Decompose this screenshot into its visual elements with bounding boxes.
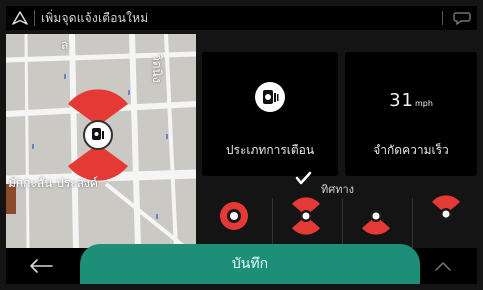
title-bar: เพิ่มจุดแจ้งเตือนใหม่ [6, 6, 477, 30]
alert-type-button[interactable]: ประเภทการเตือน [202, 52, 338, 176]
map-street-label: มักกะสัน ประสงค์ [8, 176, 98, 190]
map-view[interactable]: ล วิดนิง มักกะสัน ประสงค์ [6, 34, 196, 248]
map-street-label: วิดนิง [150, 54, 164, 83]
speed-limit-unit: mph [414, 99, 433, 108]
back-arrow-icon [30, 259, 53, 273]
direction-option-backward[interactable] [414, 170, 483, 248]
chevron-up-icon [435, 262, 451, 271]
speed-limit-number: 31 [389, 90, 414, 111]
alert-type-label: ประเภทการเตือน [225, 143, 315, 157]
speed-limit-button[interactable]: 31mph จำกัดความเร็ว [345, 52, 477, 176]
speed-limit-value: 31mph [345, 90, 477, 111]
title-divider-right [442, 11, 443, 25]
direction-option-both[interactable] [274, 170, 344, 248]
back-button[interactable] [6, 248, 76, 284]
scroll-up-button[interactable] [413, 248, 473, 284]
direction-divider [342, 198, 343, 248]
page-title: เพิ่มจุดแจ้งเตือนใหม่ [41, 10, 149, 25]
bottom-bar: บันทึก [6, 244, 477, 284]
speech-bubble-icon[interactable] [451, 7, 473, 29]
speed-limit-label: จำกัดความเร็ว [373, 143, 449, 157]
direction-option-all[interactable] [204, 170, 274, 248]
alert-settings-panel: ประเภทการเตือน 31mph จำกัดความเร็ว ทิศทา… [198, 34, 477, 248]
direction-option-forward[interactable] [344, 170, 414, 248]
map-street-label: ล [61, 38, 69, 52]
save-button[interactable]: บันทึก [80, 244, 420, 284]
title-actions [442, 6, 477, 30]
app-window: เพิ่มจุดแจ้งเตือนใหม่ ล วิดนิง มักกะสัน … [0, 0, 483, 290]
navigation-arrow-icon[interactable] [8, 6, 32, 30]
direction-divider [412, 198, 413, 248]
direction-divider [272, 198, 273, 248]
speed-camera-icon [255, 82, 285, 112]
title-divider [34, 10, 35, 26]
direction-options [198, 170, 477, 248]
